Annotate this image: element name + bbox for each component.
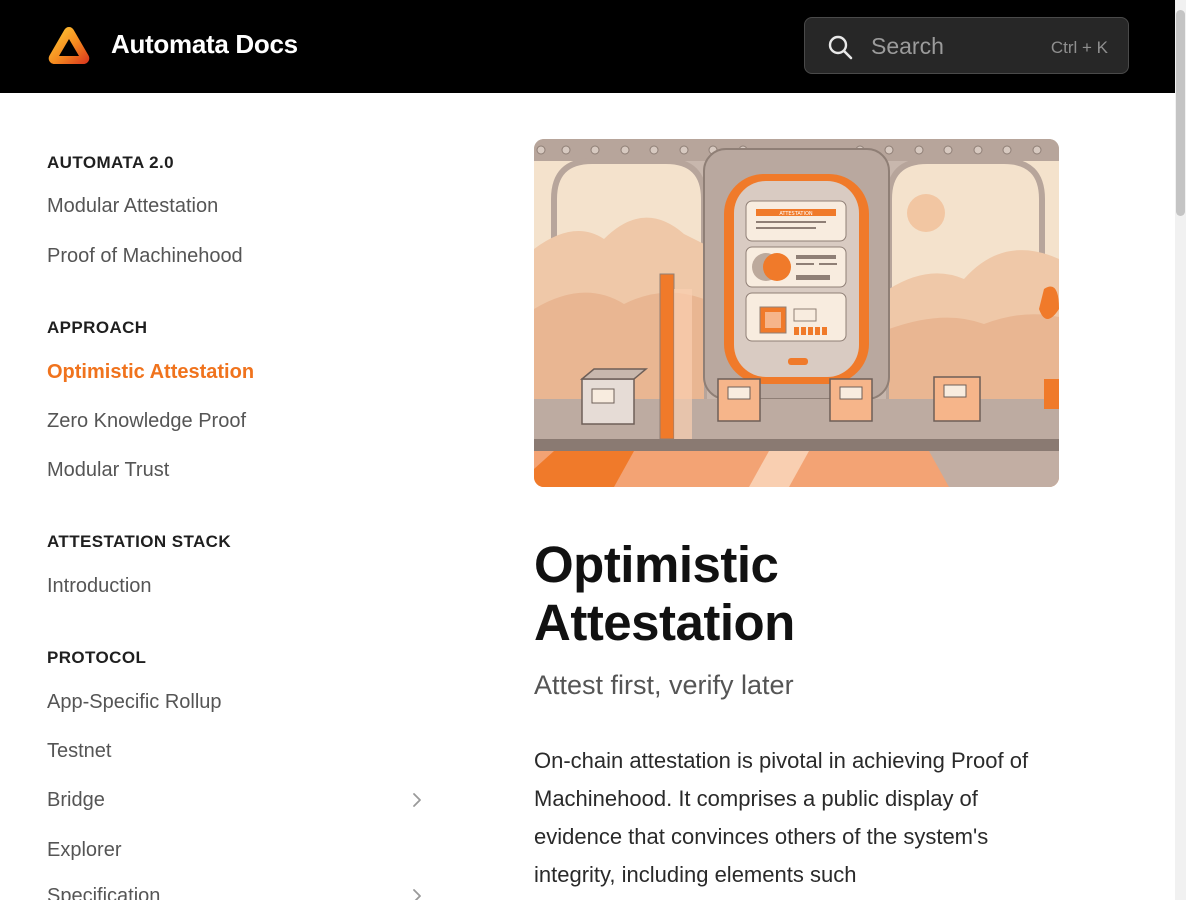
search-icon xyxy=(828,35,853,60)
chevron-right-icon[interactable] xyxy=(410,887,424,900)
hero-caption: ATTESTATION xyxy=(779,211,813,217)
sidebar-section-automata-2: AUTOMATA 2.0 xyxy=(47,153,174,172)
sidebar-section-protocol: PROTOCOL xyxy=(47,648,147,667)
search-box[interactable]: Search Ctrl + K xyxy=(804,17,1129,74)
sidebar-item-explorer[interactable]: Explorer xyxy=(47,839,121,862)
sidebar-nav: AUTOMATA 2.0 Modular Attestation Proof o… xyxy=(0,93,460,900)
top-header: Automata Docs Search Ctrl + K xyxy=(0,0,1175,93)
sidebar-item-bridge[interactable]: Bridge xyxy=(47,789,105,812)
sidebar-item-optimistic-attestation[interactable]: Optimistic Attestation xyxy=(47,361,254,384)
search-shortcut-hint: Ctrl + K xyxy=(1050,38,1108,57)
sidebar-item-zero-knowledge-proof[interactable]: Zero Knowledge Proof xyxy=(47,410,246,433)
automata-logo-icon[interactable] xyxy=(47,25,91,67)
site-title[interactable]: Automata Docs xyxy=(111,29,298,60)
sidebar-section-attestation-stack: ATTESTATION STACK xyxy=(47,532,232,551)
page-scrollbar-thumb[interactable] xyxy=(1176,10,1185,216)
page-subtitle: Attest first, verify later xyxy=(534,670,794,700)
hero-illustration: ATTESTATION xyxy=(534,139,1059,487)
sidebar-item-introduction[interactable]: Introduction xyxy=(47,575,152,598)
sidebar-item-testnet[interactable]: Testnet xyxy=(47,740,111,763)
sidebar-item-proof-of-machinehood[interactable]: Proof of Machinehood xyxy=(47,245,243,268)
article-paragraph: On-chain attestation is pivotal in achie… xyxy=(534,748,1029,887)
page-title: Optimistic Attestation xyxy=(534,536,795,651)
sidebar-item-modular-trust[interactable]: Modular Trust xyxy=(47,459,169,482)
sidebar-section-approach: APPROACH xyxy=(47,318,148,337)
sidebar-item-modular-attestation[interactable]: Modular Attestation xyxy=(47,195,218,218)
chevron-right-icon[interactable] xyxy=(410,791,424,809)
search-placeholder: Search xyxy=(871,33,944,59)
sidebar-item-specification[interactable]: Specification xyxy=(47,885,160,900)
sidebar-item-app-specific-rollup[interactable]: App-Specific Rollup xyxy=(47,691,222,714)
